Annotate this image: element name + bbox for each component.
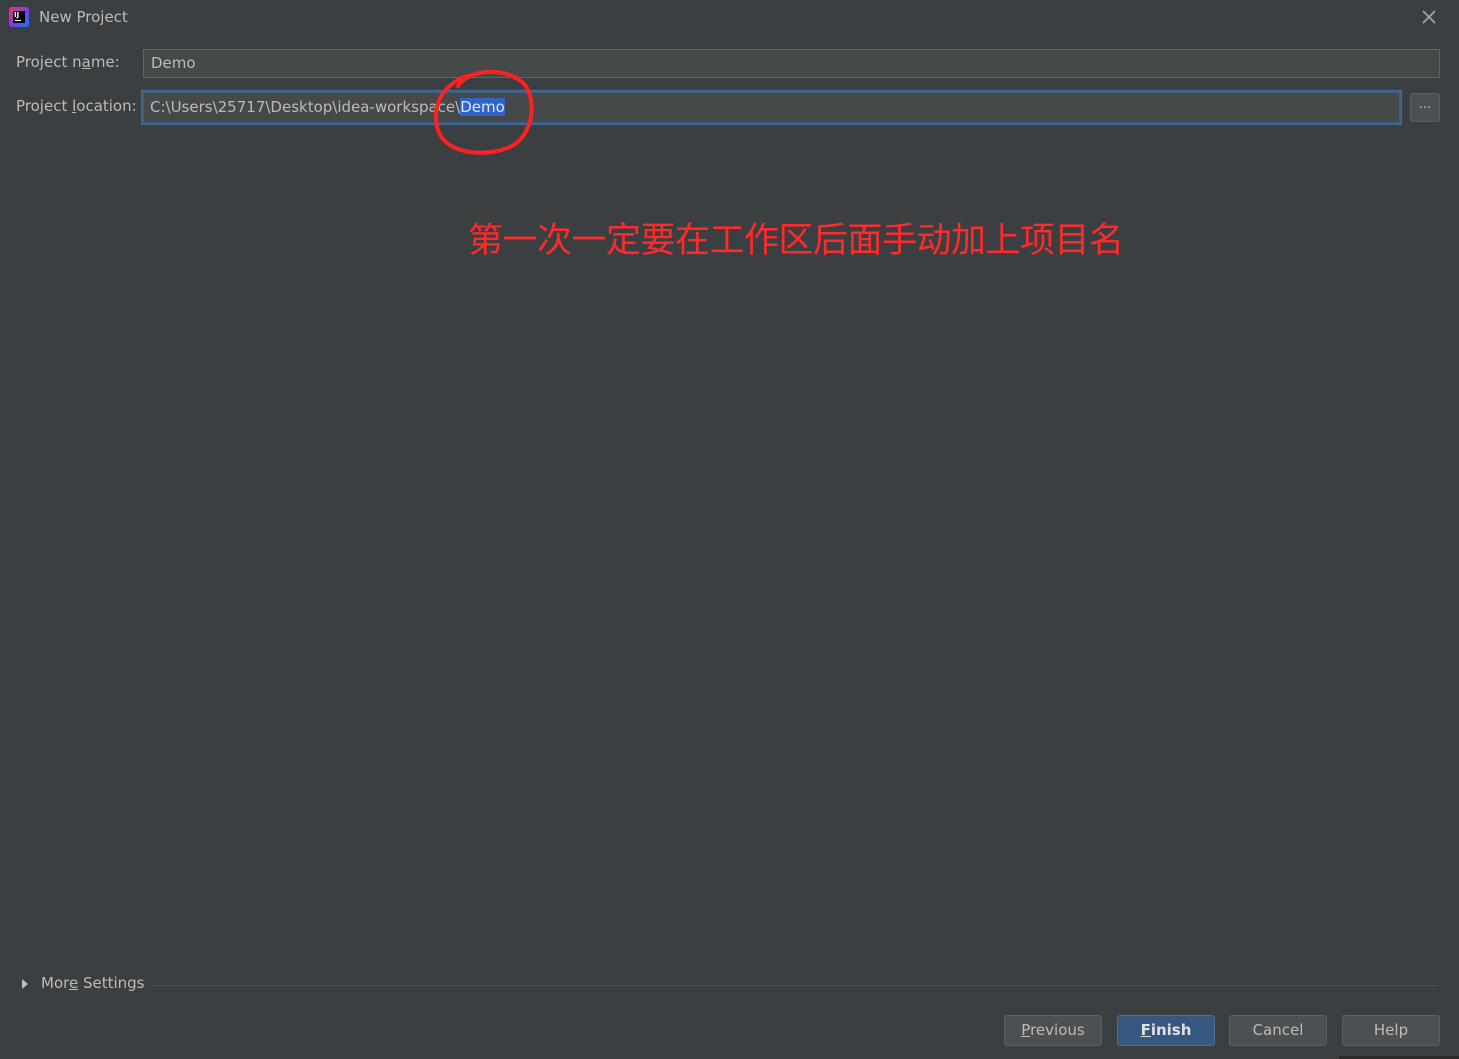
project-location-value: C:\Users\25717\Desktop\idea-workspace\ [150, 98, 461, 116]
window-title: New Project [39, 8, 128, 26]
browse-button[interactable]: ... [1410, 93, 1440, 122]
expand-arrow-icon [22, 979, 28, 989]
project-location-field[interactable]: C:\Users\25717\Desktop\idea-workspace\De… [142, 91, 1401, 124]
red-circle-annotation [433, 69, 534, 155]
cancel-button[interactable]: Cancel [1229, 1015, 1327, 1046]
previous-button[interactable]: Previous [1004, 1015, 1102, 1046]
finish-button[interactable]: Finish [1117, 1015, 1215, 1046]
project-name-field[interactable]: Demo [143, 49, 1440, 78]
more-settings-label: More Settings [41, 974, 145, 992]
help-button[interactable]: Help [1342, 1015, 1440, 1046]
project-name-label: Project name: [16, 53, 120, 71]
project-name-value: Demo [151, 54, 196, 72]
separator [152, 985, 1439, 986]
project-location-label: Project location: [16, 97, 137, 115]
intellij-idea-icon: IJ [9, 7, 29, 27]
close-icon[interactable] [1418, 6, 1440, 28]
annotation-text: 第一次一定要在工作区后面手动加上项目名 [468, 221, 1124, 261]
title-bar: IJ New Project [0, 0, 1459, 38]
